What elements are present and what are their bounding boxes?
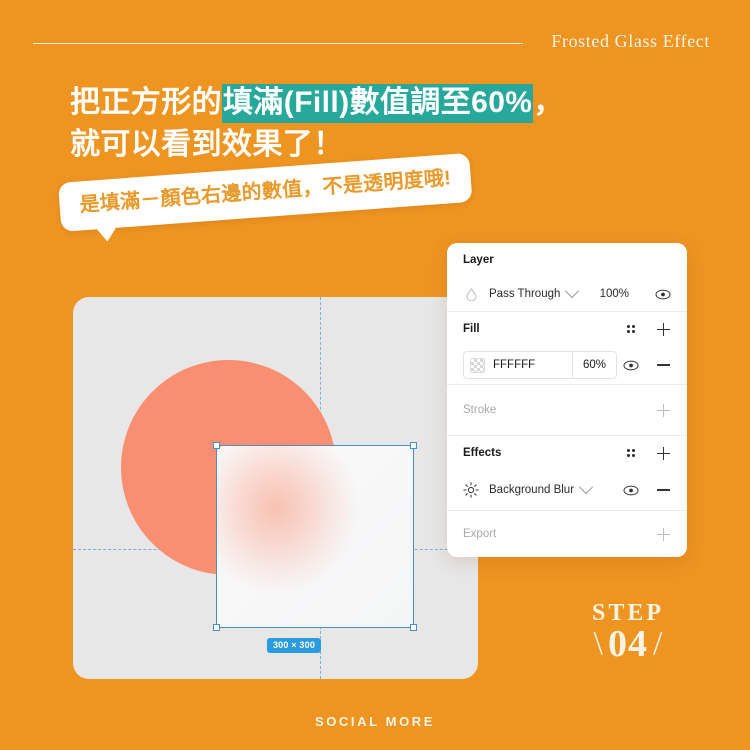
- fill-row[interactable]: FFFFFF 60%: [463, 346, 671, 384]
- stroke-plus-icon[interactable]: [655, 402, 671, 418]
- step-number-row: \ 04 /: [568, 625, 688, 663]
- effect-minus-icon[interactable]: [655, 482, 671, 498]
- callout-bubble-text: 是填滿－顏色右邊的數值，不是透明度哦!: [78, 167, 452, 217]
- stroke-section-header: Stroke: [463, 385, 671, 435]
- fill-section-header: Fill: [463, 312, 671, 346]
- page-title: 把正方形的填滿(Fill)數值調至60%， 就可以看到效果了！: [70, 82, 630, 166]
- panel-section-stroke: Stroke: [447, 385, 687, 435]
- blend-mode-label[interactable]: Pass Through: [489, 288, 560, 300]
- poster-root: Frosted Glass Effect 把正方形的填滿(Fill)數值調至60…: [0, 0, 750, 750]
- heading-prefix: 把正方形的: [70, 86, 222, 119]
- fill-style-dots-icon[interactable]: [623, 321, 639, 337]
- brightness-sun-icon: [463, 482, 479, 498]
- effect-chevron-down-icon[interactable]: [578, 480, 594, 495]
- step-slash-right: /: [653, 625, 663, 662]
- export-plus-icon[interactable]: [655, 526, 671, 542]
- layer-opacity-value[interactable]: 100%: [600, 288, 629, 300]
- layer-eye-icon[interactable]: [655, 286, 671, 302]
- footer-brand: SOCIAL MORE: [314, 714, 436, 729]
- effects-plus-icon[interactable]: [655, 445, 671, 461]
- fill-section-title: Fill: [463, 323, 480, 335]
- header-title: Frosted Glass Effect: [551, 31, 710, 51]
- step-number: 04: [608, 623, 648, 665]
- heading-line-2: 就可以看到效果了！: [70, 128, 344, 161]
- effects-section-header: Effects: [463, 436, 671, 470]
- resize-handle-top-left[interactable]: [213, 442, 220, 449]
- blend-mode-chevron-down-icon[interactable]: [565, 284, 580, 299]
- step-slash-left: \: [593, 625, 603, 662]
- effect-row-background-blur[interactable]: Background Blur: [463, 470, 671, 510]
- size-badge: 300 × 300: [266, 638, 322, 653]
- fill-opacity-value[interactable]: 60%: [572, 352, 616, 378]
- fill-color-cell[interactable]: FFFFFF: [464, 352, 572, 378]
- layer-section-header: Layer: [463, 243, 671, 277]
- fill-controls[interactable]: FFFFFF 60%: [463, 351, 618, 379]
- heading-suffix: ，: [533, 86, 564, 119]
- resize-handle-top-right[interactable]: [410, 442, 417, 449]
- properties-panel[interactable]: Layer Pass Through 100% Fill FFFFFF 60% …: [447, 243, 687, 557]
- design-canvas[interactable]: 300 × 300: [73, 297, 478, 679]
- resize-handle-bottom-left[interactable]: [213, 624, 220, 631]
- header-rule: [33, 43, 523, 44]
- heading-highlight: 填滿(Fill)數值調至60%: [222, 84, 534, 123]
- fill-plus-icon[interactable]: [655, 321, 671, 337]
- blend-mode-icon: [463, 286, 479, 302]
- effect-name-label[interactable]: Background Blur: [489, 484, 574, 496]
- panel-section-fill: Fill FFFFFF 60%: [447, 312, 687, 384]
- heading-line-1: 把正方形的填滿(Fill)數值調至60%，: [70, 82, 630, 124]
- export-section-title: Export: [463, 528, 497, 540]
- layer-section-title: Layer: [463, 254, 494, 266]
- effect-eye-icon[interactable]: [623, 482, 639, 498]
- effects-style-dots-icon[interactable]: [623, 445, 639, 461]
- callout-bubble-tail: [95, 225, 119, 243]
- fill-minus-icon[interactable]: [655, 357, 671, 373]
- panel-section-layer: Layer Pass Through 100%: [447, 243, 687, 311]
- panel-section-effects: Effects Background Blur: [447, 436, 687, 510]
- step-badge: STEP \ 04 /: [568, 600, 688, 663]
- footer: SOCIAL MORE: [0, 713, 750, 731]
- header: Frosted Glass Effect: [0, 0, 750, 72]
- color-swatch-icon[interactable]: [470, 357, 485, 373]
- fill-eye-icon[interactable]: [623, 357, 639, 373]
- blend-mode-row[interactable]: Pass Through 100%: [463, 277, 671, 311]
- effects-section-title: Effects: [463, 447, 502, 459]
- resize-handle-bottom-right[interactable]: [410, 624, 417, 631]
- selection-box[interactable]: [213, 442, 417, 631]
- stroke-section-title: Stroke: [463, 404, 497, 416]
- fill-hex-value[interactable]: FFFFFF: [493, 359, 535, 371]
- export-section-header: Export: [463, 511, 671, 557]
- panel-section-export: Export: [447, 511, 687, 557]
